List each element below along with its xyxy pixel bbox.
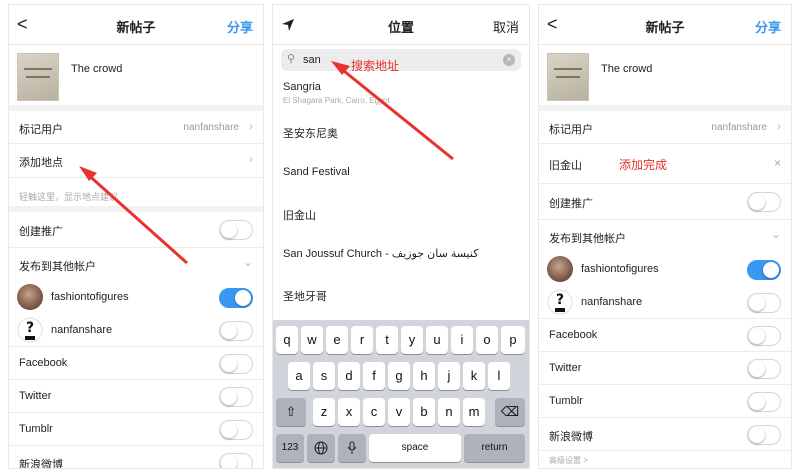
account-row: ? nanfanshare [539, 286, 791, 319]
page-title: 新帖子 [645, 20, 685, 35]
key[interactable]: z [313, 398, 335, 426]
tag-people-row[interactable]: 标记用户 nanfanshare › [539, 111, 791, 144]
post-caption[interactable]: The crowd [601, 63, 652, 75]
network-toggle[interactable] [747, 392, 781, 412]
location-search-screen: 位置 取消 ⚲ × 搜索地址 Sangria El Shagara Park, … [272, 4, 530, 469]
key[interactable]: q [276, 326, 298, 354]
account-name: fashiontofigures [581, 263, 659, 275]
key[interactable]: l [488, 362, 510, 390]
avatar [547, 256, 573, 282]
key[interactable]: j [438, 362, 460, 390]
account-row: fashiontofigures [539, 253, 791, 286]
return-key[interactable]: return [464, 434, 525, 462]
post-thumbnail [547, 53, 589, 101]
key[interactable]: x [338, 398, 360, 426]
backspace-icon[interactable]: ⌫ [495, 398, 525, 426]
network-row-twitter: Twitter [539, 352, 791, 385]
account-toggle[interactable] [747, 293, 781, 313]
key[interactable]: c [363, 398, 385, 426]
new-post-screen-after: < 新帖子 分享 The crowd 标记用户 nanfanshare › 旧金… [538, 4, 792, 469]
key[interactable]: y [401, 326, 423, 354]
promote-row: 创建推广 [539, 184, 791, 220]
key[interactable]: g [388, 362, 410, 390]
network-label: Tumblr [549, 395, 583, 407]
key[interactable]: t [376, 326, 398, 354]
key[interactable]: u [426, 326, 448, 354]
account-name: nanfanshare [581, 296, 643, 308]
annotation-arrow [331, 61, 454, 161]
tag-people-label: 标记用户 [549, 124, 593, 136]
location-label: 旧金山 [549, 160, 582, 172]
key[interactable]: s [313, 362, 335, 390]
globe-icon[interactable] [307, 434, 335, 462]
key[interactable]: w [301, 326, 323, 354]
key[interactable]: k [463, 362, 485, 390]
new-post-screen-before: < 新帖子 分享 The crowd 标记用户 nanfanshare › 添加… [8, 4, 264, 469]
chevron-down-icon: ⌄ [770, 227, 781, 241]
mic-icon[interactable] [338, 434, 366, 462]
key[interactable]: d [338, 362, 360, 390]
promote-label: 创建推广 [549, 198, 593, 210]
promote-toggle[interactable] [747, 192, 781, 212]
key[interactable]: i [451, 326, 473, 354]
key[interactable]: r [351, 326, 373, 354]
avatar: ? [547, 289, 573, 315]
post-preview: The crowd [539, 45, 791, 111]
tag-people-value: nanfanshare [711, 122, 767, 133]
network-toggle[interactable] [747, 425, 781, 445]
network-row-facebook: Facebook [539, 319, 791, 352]
svg-text:?: ? [556, 292, 564, 308]
network-row-weibo: 新浪微博 [539, 418, 791, 451]
network-toggle[interactable] [747, 326, 781, 346]
key[interactable]: v [388, 398, 410, 426]
ios-keyboard: q w e r t y u i o p a s d f g h j k l ⇧ … [273, 320, 529, 468]
key[interactable]: e [326, 326, 348, 354]
account-toggle[interactable] [747, 260, 781, 280]
share-button[interactable]: 分享 [755, 17, 781, 36]
share-other-row[interactable]: 发布到其他帐户 ⌄ [539, 220, 791, 253]
network-toggle[interactable] [747, 359, 781, 379]
key[interactable]: b [413, 398, 435, 426]
share-other-label: 发布到其他帐户 [549, 233, 626, 245]
numbers-key[interactable]: 123 [276, 434, 304, 462]
space-key[interactable]: space [369, 434, 461, 462]
network-row-tumblr: Tumblr [539, 385, 791, 418]
network-label: 新浪微博 [549, 431, 593, 443]
annotation-arrow [79, 166, 188, 265]
screenshot-stage: < 新帖子 分享 The crowd 标记用户 nanfanshare › 添加… [0, 0, 810, 473]
advanced-settings-link[interactable]: 高级设置 > [539, 451, 791, 468]
key[interactable]: p [501, 326, 525, 354]
chevron-right-icon: › [777, 119, 781, 133]
key[interactable]: h [413, 362, 435, 390]
key[interactable]: f [363, 362, 385, 390]
clear-icon[interactable]: × [774, 156, 781, 170]
nav-bar: < 新帖子 分享 [539, 5, 791, 45]
key[interactable]: o [476, 326, 498, 354]
location-row[interactable]: 旧金山 添加完成 × [539, 144, 791, 184]
key[interactable]: n [438, 398, 460, 426]
key[interactable]: m [463, 398, 485, 426]
key[interactable]: a [288, 362, 310, 390]
shift-icon[interactable]: ⇧ [276, 398, 306, 426]
network-label: Facebook [549, 329, 598, 341]
network-label: Twitter [549, 362, 582, 374]
annotation-label: 添加完成 [619, 158, 668, 172]
